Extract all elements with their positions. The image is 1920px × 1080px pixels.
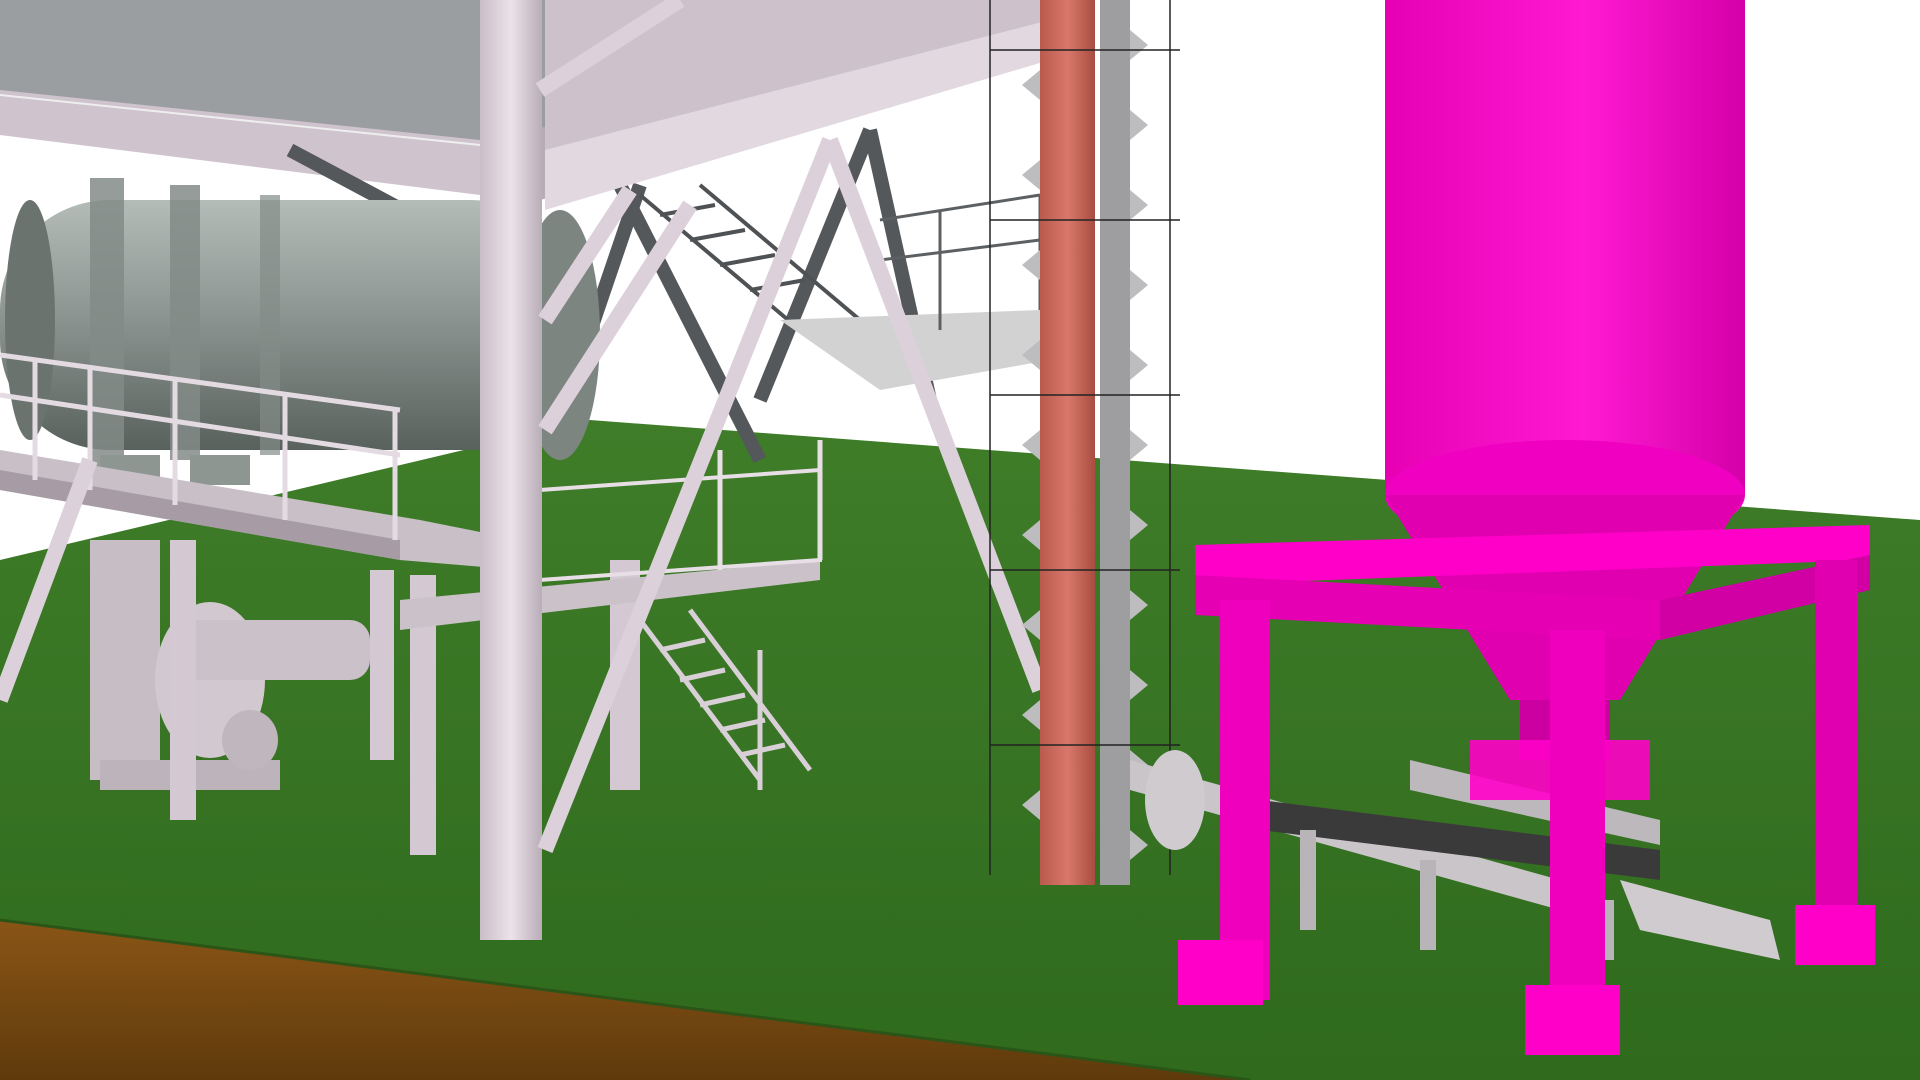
industrial-plant-render bbox=[0, 0, 1920, 1080]
plant-render-svg bbox=[0, 0, 1920, 1080]
